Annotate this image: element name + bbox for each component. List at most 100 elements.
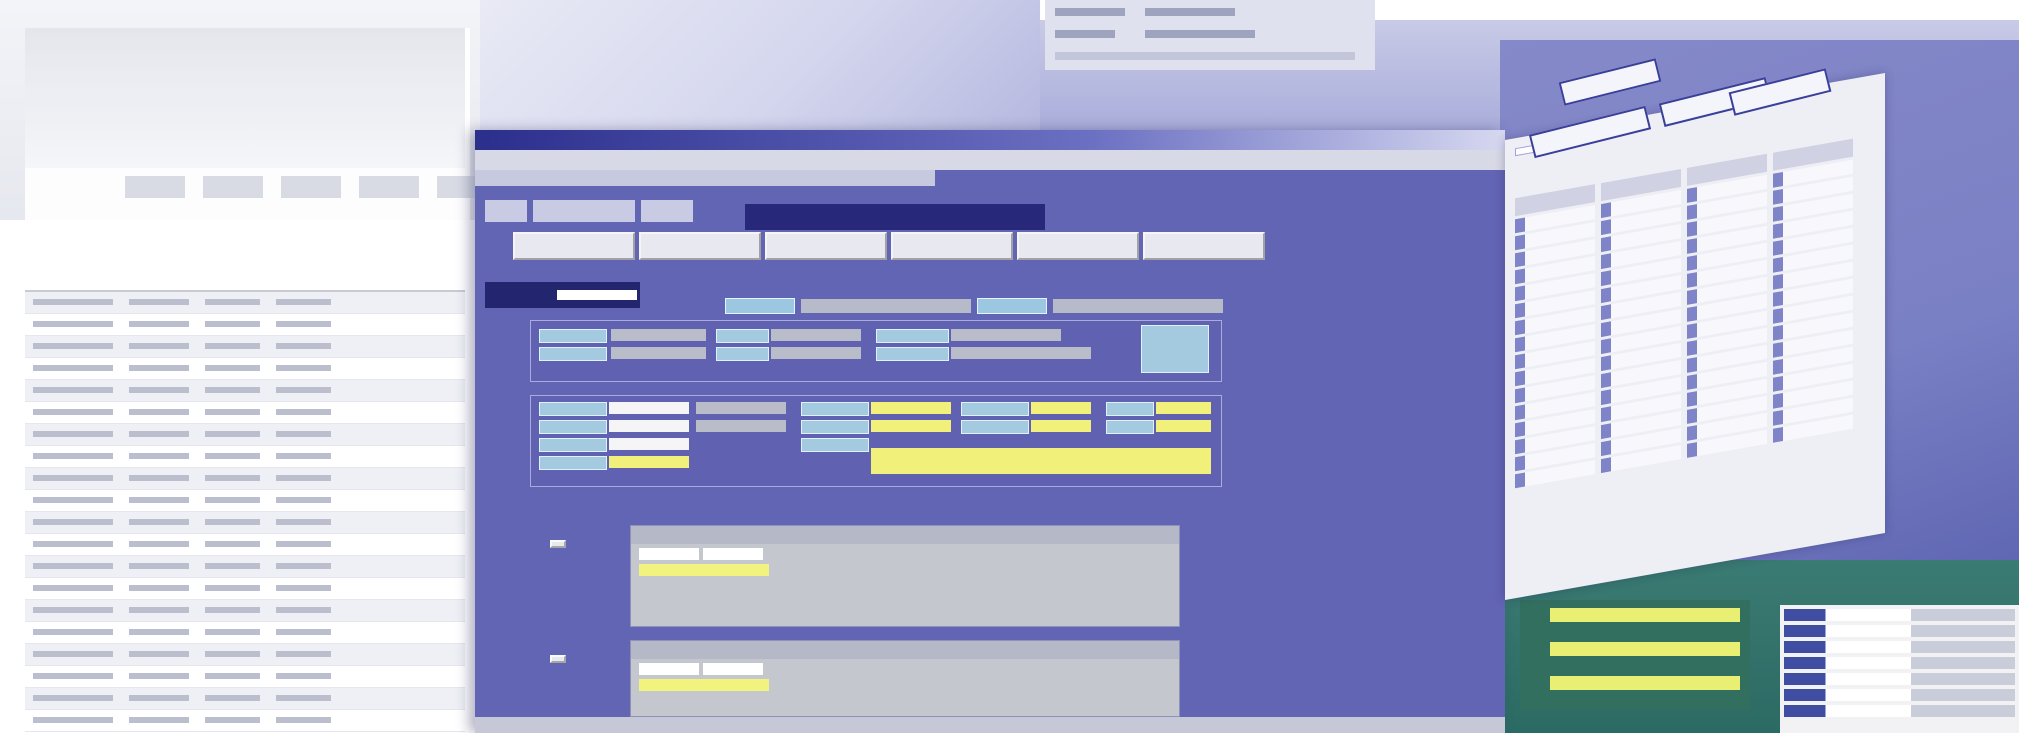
code-input[interactable] [557,290,637,300]
table-row[interactable] [25,336,465,358]
table-cell [129,497,189,503]
tab-row [485,200,693,222]
table-cell [205,409,260,415]
section-button[interactable] [550,540,566,548]
report-table [25,268,465,732]
table-cell [276,717,331,723]
right-window-column [1773,138,1853,443]
table-row[interactable] [25,556,465,578]
table-cell [276,299,331,305]
table-cell [33,365,113,371]
table-cell [129,607,189,613]
detail-fields-box [530,395,1222,487]
report-toolbar-button[interactable] [281,176,341,198]
table-row[interactable] [25,688,465,710]
screen-title [745,204,1045,230]
table-cell [129,431,189,437]
table-row[interactable] [25,446,465,468]
detail-grid-2 [630,640,1180,717]
table-cell [205,387,260,393]
table-cell [33,343,113,349]
table-cell [129,717,189,723]
table-row[interactable] [25,710,465,732]
window-toolbar [475,170,935,186]
status-bar [475,717,1505,733]
table-cell [33,519,113,525]
tab-item[interactable] [485,200,527,222]
bottom-left-green-panel [1520,600,1750,710]
table-cell [276,585,331,591]
table-row[interactable] [25,600,465,622]
function-button[interactable] [513,232,635,260]
report-toolbar-button[interactable] [203,176,263,198]
report-header [25,28,465,168]
table-cell [129,299,189,305]
table-row[interactable] [25,314,465,336]
table-cell [276,607,331,613]
section-button[interactable] [550,655,566,663]
background-top-middle [480,0,1040,150]
tab-item[interactable] [641,200,693,222]
table-cell [129,365,189,371]
function-button[interactable] [1017,232,1139,260]
table-cell [129,321,189,327]
table-cell [276,343,331,349]
table-row[interactable] [25,578,465,600]
table-cell [33,717,113,723]
table-cell [33,629,113,635]
table-row[interactable] [25,468,465,490]
function-button[interactable] [1143,232,1265,260]
table-cell [276,453,331,459]
table-cell [205,695,260,701]
table-row[interactable] [25,402,465,424]
report-table-header [25,268,465,292]
table-row[interactable] [25,534,465,556]
right-window-column [1687,153,1767,458]
field-value[interactable] [801,299,971,313]
table-cell [205,299,260,305]
table-row[interactable] [25,292,465,314]
function-button[interactable] [765,232,887,260]
table-row[interactable] [25,622,465,644]
function-button[interactable] [891,232,1013,260]
table-cell [205,585,260,591]
table-cell [129,541,189,547]
table-cell [33,431,113,437]
table-cell [276,695,331,701]
field-value[interactable] [1053,299,1223,313]
table-row[interactable] [25,424,465,446]
detail-grid-1 [630,525,1180,627]
right-window-column [1601,168,1681,474]
table-cell [33,541,113,547]
report-toolbar-button[interactable] [359,176,419,198]
function-button[interactable] [639,232,761,260]
table-row[interactable] [25,512,465,534]
table-row[interactable] [25,644,465,666]
table-cell [276,431,331,437]
table-cell [129,475,189,481]
table-cell [129,695,189,701]
table-cell [276,365,331,371]
table-cell [129,585,189,591]
table-row[interactable] [25,358,465,380]
report-toolbar [125,176,497,202]
table-cell [129,519,189,525]
table-cell [276,651,331,657]
table-cell [129,651,189,657]
table-row[interactable] [25,490,465,512]
bottom-right-mini-table [1780,605,2019,733]
main-application-window [475,130,1505,733]
table-cell [129,673,189,679]
table-cell [205,519,260,525]
tab-item[interactable] [533,200,635,222]
report-toolbar-button[interactable] [125,176,185,198]
table-row[interactable] [25,666,465,688]
table-cell [276,475,331,481]
table-cell [205,497,260,503]
field-label [977,298,1047,314]
menu-bar [475,150,1505,170]
right-list-window [1505,72,1885,601]
table-row[interactable] [25,380,465,402]
table-cell [276,563,331,569]
table-cell [205,453,260,459]
